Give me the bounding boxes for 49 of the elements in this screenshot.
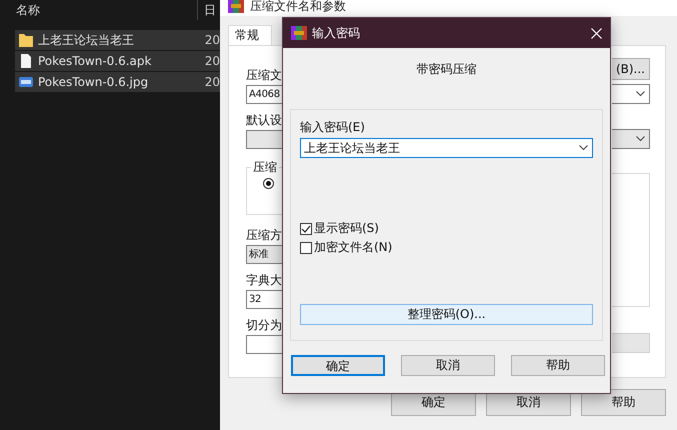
file-name: PokesTown-0.6.jpg [38,75,150,89]
file-date: 20 [204,33,220,47]
image-file-icon [18,74,34,90]
close-icon[interactable] [591,28,602,38]
field-label: 输入密码(E) [300,120,366,135]
archive-books-icon [228,0,244,13]
file-row[interactable]: PokesTown-0.6.apk 20 [15,51,220,72]
file-row[interactable]: 上老王论坛当老王 20 [15,30,220,51]
dialog-button[interactable]: 帮助 [581,389,666,416]
dialog-button[interactable]: 确定 [291,355,385,376]
checkbox-option[interactable]: 加密文件名(N) [300,239,593,256]
input-field[interactable]: A4068 [246,85,282,104]
manage-passwords-button[interactable]: 整理密码(O)... [300,304,593,325]
archive-books-icon [291,26,307,40]
column-header[interactable]: 名称 [0,0,197,20]
dropdown[interactable]: 标准 [246,245,282,264]
file-row[interactable]: PokesTown-0.6.jpg 20 [15,72,220,93]
folder-icon [18,32,34,48]
dialog-heading: 带密码压缩 [416,62,478,77]
checkbox-option[interactable]: 显示密码(S) [300,220,593,237]
dropdown[interactable] [612,129,650,149]
input-field[interactable] [246,335,282,354]
column-header[interactable]: 日 [198,0,216,20]
dialog-button[interactable]: 帮助 [511,355,605,376]
input-field[interactable]: 32 [246,290,282,309]
file-date: 20 [204,75,220,89]
tab[interactable]: 常规 [228,25,272,45]
group-label: 压缩 [251,160,279,175]
field-label: 切分为 [246,318,282,333]
field-label: 字典大 [246,273,282,288]
browse-button[interactable]: (B)... [612,58,650,80]
file-name: 上老王论坛当老王 [38,32,135,48]
dropdown[interactable] [612,84,650,104]
checkbox[interactable] [300,242,312,254]
radio-button[interactable] [263,178,274,189]
document-icon [18,53,34,69]
dialog-button[interactable]: 取消 [401,355,495,376]
chevron-down-icon [579,145,588,151]
dropdown[interactable] [246,130,282,149]
checkbox[interactable] [300,222,312,234]
file-date: 20 [204,54,220,68]
window-title: 输入密码 [312,24,361,42]
chevron-down-icon [636,91,645,97]
file-name: PokesTown-0.6.apk [38,54,152,68]
field-label: 压缩文 [246,68,282,83]
field-label: 压缩方 [246,228,282,243]
chevron-down-icon [636,136,645,142]
password-combo[interactable]: 上老王论坛当老王 [300,138,593,158]
field-label: 默认设 [246,113,282,128]
